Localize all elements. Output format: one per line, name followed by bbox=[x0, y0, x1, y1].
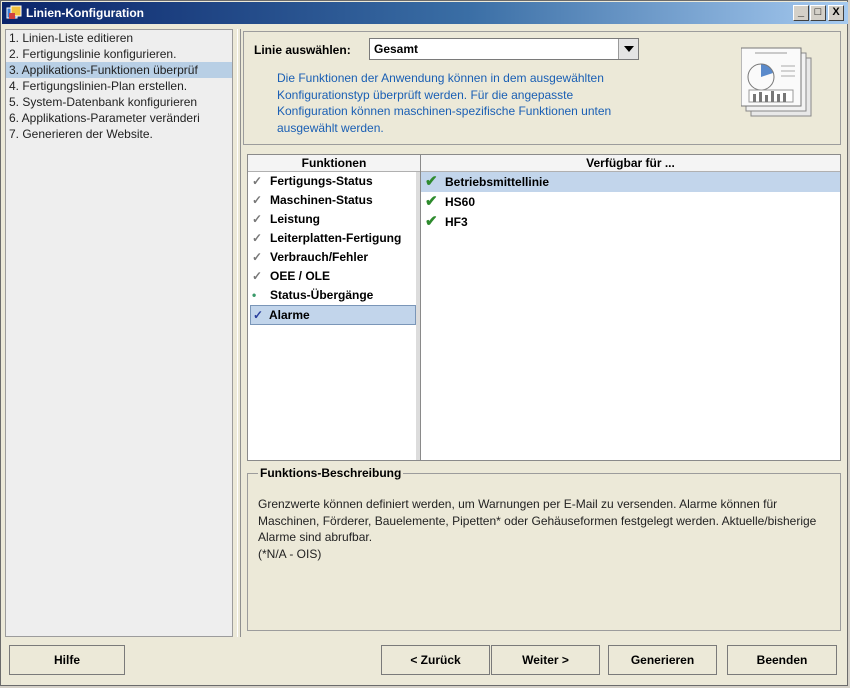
list-scroll-gutter[interactable] bbox=[416, 172, 420, 460]
list-item-label: Alarme bbox=[269, 308, 310, 322]
close-button[interactable]: X bbox=[828, 5, 844, 21]
functions-panel: Funktionen ✓ Fertigungs-Status ✓ Maschinen… bbox=[247, 154, 841, 461]
availability-label: Betriebsmittellinie bbox=[445, 175, 550, 189]
check-icon: ✔ bbox=[425, 193, 438, 210]
step-item-active[interactable]: 3. Applikations-Funktionen überprüf bbox=[6, 62, 232, 78]
list-item-label: Status-Übergänge bbox=[270, 288, 374, 302]
check-outline-icon: ✓ bbox=[252, 193, 263, 207]
functions-header: Funktionen bbox=[248, 155, 420, 172]
function-description-note: (*N/A - OIS) bbox=[258, 546, 322, 561]
list-item-label: Leiterplatten-Fertigung bbox=[270, 231, 402, 245]
function-description-legend: Funktions-Beschreibung bbox=[258, 466, 404, 480]
dot-icon: • bbox=[252, 288, 257, 302]
main-window: Linien-Konfiguration _ □ X 1. Linien-Lis… bbox=[0, 0, 848, 686]
function-description-body: Grenzwerte können definiert werden, um W… bbox=[258, 497, 817, 544]
list-item-label: Maschinen-Status bbox=[270, 193, 373, 207]
panel-description: Die Funktionen der Anwendung können in d… bbox=[277, 71, 612, 135]
step-item[interactable]: 2. Fertigungslinie konfigurieren. bbox=[6, 46, 232, 62]
check-outline-icon: ✓ bbox=[252, 174, 263, 188]
content-area: 1. Linien-Liste editieren 2. Fertigungsl… bbox=[5, 29, 845, 637]
title-bar[interactable]: Linien-Konfiguration _ □ X bbox=[2, 2, 848, 24]
minimize-button[interactable]: _ bbox=[793, 5, 809, 21]
chevron-down-icon[interactable] bbox=[618, 39, 638, 59]
availability-list: Verfügbar für ... ✔ Betriebsmittellinie ✔… bbox=[421, 155, 840, 460]
app-icon bbox=[6, 5, 22, 19]
help-button[interactable]: Hilfe bbox=[9, 645, 125, 675]
finish-button[interactable]: Beenden bbox=[727, 645, 837, 675]
config-document-icon bbox=[741, 47, 812, 117]
availability-header: Verfügbar für ... bbox=[421, 155, 840, 172]
function-description-group: Funktions-Beschreibung Grenzwerte können… bbox=[247, 466, 841, 631]
check-outline-icon: ✓ bbox=[253, 308, 264, 322]
list-item-label: Fertigungs-Status bbox=[270, 174, 373, 188]
line-select-dropdown[interactable]: Gesamt bbox=[369, 38, 639, 60]
functions-list: Funktionen ✓ Fertigungs-Status ✓ Maschinen… bbox=[248, 155, 421, 460]
check-outline-icon: ✓ bbox=[252, 212, 263, 226]
list-item-label: Leistung bbox=[270, 212, 320, 226]
step-item[interactable]: 7. Generieren der Website. bbox=[6, 126, 232, 142]
list-item[interactable]: ✓ OEE / OLE bbox=[248, 267, 420, 286]
window-title: Linien-Konfiguration bbox=[26, 6, 144, 20]
step-list: 1. Linien-Liste editieren 2. Fertigungsl… bbox=[5, 29, 233, 637]
availability-item[interactable]: ✔ HS60 bbox=[421, 192, 840, 212]
check-icon: ✔ bbox=[425, 173, 438, 190]
check-outline-icon: ✓ bbox=[252, 269, 263, 283]
list-item[interactable]: ✓ Leiterplatten-Fertigung bbox=[248, 229, 420, 248]
list-item[interactable]: ✓ Fertigungs-Status bbox=[248, 172, 420, 191]
check-outline-icon: ✓ bbox=[252, 231, 263, 245]
availability-label: HS60 bbox=[445, 195, 476, 209]
list-item[interactable]: • Status-Übergänge bbox=[248, 286, 420, 305]
list-item[interactable]: ✓ Leistung bbox=[248, 210, 420, 229]
step-item[interactable]: 5. System-Datenbank konfigurieren bbox=[6, 94, 232, 110]
maximize-button[interactable]: □ bbox=[810, 5, 826, 21]
line-select-value: Gesamt bbox=[374, 42, 419, 56]
list-item-selected[interactable]: ✓ Alarme bbox=[250, 305, 416, 325]
step-item[interactable]: 1. Linien-Liste editieren bbox=[6, 30, 232, 46]
split-pane-divider[interactable] bbox=[237, 29, 241, 637]
back-button[interactable]: < Zurück bbox=[381, 645, 490, 675]
list-item[interactable]: ✓ Maschinen-Status bbox=[248, 191, 420, 210]
step-item[interactable]: 4. Fertigungslinien-Plan erstellen. bbox=[6, 78, 232, 94]
line-select-label: Linie auswählen: bbox=[254, 43, 351, 57]
list-item-label: Verbrauch/Fehler bbox=[270, 250, 369, 264]
availability-item-selected[interactable]: ✔ Betriebsmittellinie bbox=[421, 172, 840, 192]
function-description-text: Grenzwerte können definiert werden, um W… bbox=[258, 496, 828, 562]
generate-button[interactable]: Generieren bbox=[608, 645, 717, 675]
step-item[interactable]: 6. Applikations-Parameter veränderi bbox=[6, 110, 232, 126]
availability-item[interactable]: ✔ HF3 bbox=[421, 212, 840, 232]
list-item[interactable]: ✓ Verbrauch/Fehler bbox=[248, 248, 420, 267]
list-item-label: OEE / OLE bbox=[270, 269, 331, 283]
check-outline-icon: ✓ bbox=[252, 250, 263, 264]
availability-label: HF3 bbox=[445, 215, 468, 229]
check-icon: ✔ bbox=[425, 213, 438, 230]
next-button[interactable]: Weiter > bbox=[491, 645, 600, 675]
line-selection-panel: Linie auswählen: Gesamt Die Funktionen d… bbox=[243, 31, 841, 145]
